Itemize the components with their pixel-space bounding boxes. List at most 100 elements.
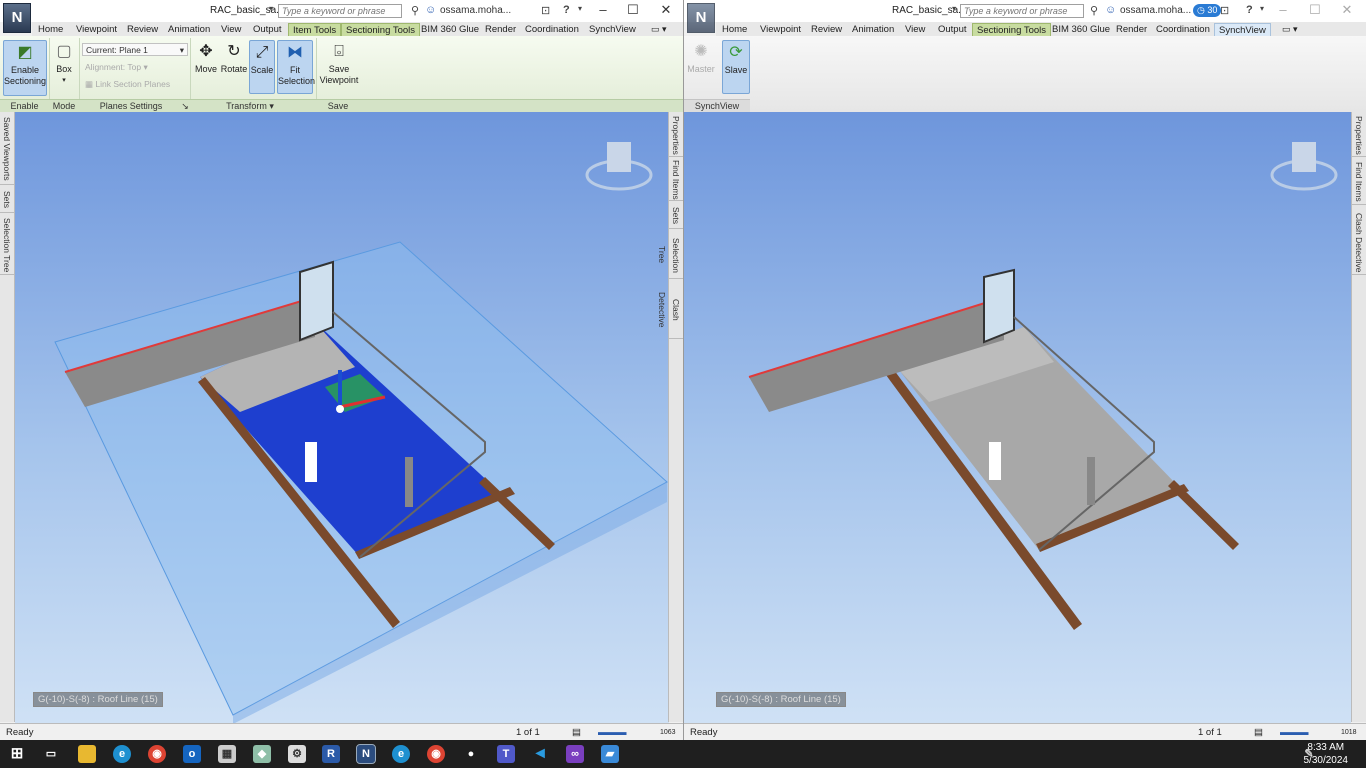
status-bar: Ready 1 of 1 ▤ ▬▬▬ 1063 (0, 723, 683, 740)
minimize-icon[interactable]: – (592, 2, 614, 17)
application-menu-button[interactable]: N (3, 3, 31, 33)
tab-synchview[interactable]: SynchView (585, 23, 640, 36)
group-enable: Enable (10, 101, 39, 111)
panel-tab-sets[interactable]: Sets (0, 188, 14, 213)
tab-viewpoint[interactable]: Viewpoint (756, 23, 805, 36)
tab-view[interactable]: View (217, 23, 245, 36)
outlook-icon[interactable]: o (183, 745, 201, 763)
3d-viewport[interactable]: G(-10)-S(-8) : Roof Line (15) (684, 112, 1351, 723)
save-viewpoint-button[interactable]: ⌻ Save Viewpoint (318, 40, 360, 92)
teams-icon[interactable]: T (497, 745, 515, 763)
slave-button[interactable]: ⟳ Slave (722, 40, 750, 94)
visual-studio-icon[interactable]: ∞ (566, 745, 584, 763)
tab-output[interactable]: Output (934, 23, 971, 36)
calculator-icon[interactable]: ▦ (218, 745, 236, 763)
chrome-icon-2[interactable]: ◉ (427, 745, 445, 763)
tab-animation[interactable]: Animation (164, 23, 214, 36)
master-button[interactable]: ✺ Master (687, 40, 715, 92)
close-icon[interactable]: ✕ (1336, 2, 1358, 18)
tab-viewpoint[interactable]: Viewpoint (72, 23, 121, 36)
minimize-icon[interactable]: – (1272, 2, 1294, 17)
enable-sectioning-button[interactable]: ◩ Enable Sectioning (3, 40, 47, 96)
navisworks-icon[interactable]: N (356, 744, 376, 764)
alignment-select[interactable]: Alignment: Top ▾ (82, 61, 154, 74)
tab-output[interactable]: Output (249, 23, 286, 36)
user-name[interactable]: ossama.moha... (1120, 5, 1191, 16)
github-icon[interactable]: ● (462, 745, 480, 763)
app-icon-3[interactable]: ▰ (601, 745, 619, 763)
tab-render[interactable]: Render (481, 23, 520, 36)
3d-viewport[interactable]: G(-10)-S(-8) : Roof Line (15) (15, 112, 669, 723)
tab-bim360-glue[interactable]: BIM 360 Glue (1048, 23, 1114, 36)
tab-review[interactable]: Review (123, 23, 162, 36)
binoculars-icon[interactable]: ⚲ (411, 4, 419, 17)
cart-icon[interactable]: ⊡ (541, 4, 550, 17)
ribbon-options-icon[interactable]: ▭ ▾ (647, 23, 671, 36)
tab-animation[interactable]: Animation (848, 23, 898, 36)
panel-tab-clash-detective[interactable]: Clash Detective (1352, 212, 1366, 275)
help-icon[interactable]: ? (563, 4, 570, 16)
rotate-button[interactable]: ↻ Rotate (220, 40, 248, 84)
binoculars-icon[interactable]: ⚲ (1090, 4, 1098, 17)
tab-home[interactable]: Home (34, 23, 67, 36)
panel-tab-find-items[interactable]: Find Items (1352, 160, 1366, 205)
chrome-icon[interactable]: ◉ (148, 745, 166, 763)
current-plane-select[interactable]: Current: Plane 1 ▾ (82, 43, 188, 56)
move-button[interactable]: ✥ Move (193, 40, 219, 84)
maximize-icon[interactable]: ☐ (1304, 2, 1326, 18)
panel-tab-selection-tree-right[interactable]: Selection Tree (657, 232, 683, 279)
tab-synchview[interactable]: SynchView (1214, 23, 1271, 37)
panel-tab-properties[interactable]: Properties (1352, 114, 1366, 157)
maximize-icon[interactable]: ☐ (622, 2, 644, 18)
help-dropdown-icon[interactable]: ▾ (1260, 4, 1264, 13)
task-view-icon[interactable]: ▭ (42, 745, 60, 763)
panel-tab-find-items[interactable]: Find Items (669, 160, 683, 201)
file-explorer-icon[interactable] (78, 745, 96, 763)
panel-tab-selection-tree[interactable]: Selection Tree (0, 216, 14, 275)
sheet-browser-icon[interactable]: ▤ (1254, 727, 1263, 738)
help-dropdown-icon[interactable]: ▾ (578, 4, 582, 13)
fit-selection-button[interactable]: ⧓ Fit Selection (277, 40, 315, 94)
user-name[interactable]: ossama.moha... (440, 5, 511, 16)
planes-settings-launcher-icon[interactable]: ↘ (180, 100, 190, 112)
panel-tab-properties[interactable]: Properties (669, 114, 683, 157)
scale-button[interactable]: ⤢ Scale (249, 40, 275, 94)
ribbon-tabs: Home Viewpoint Review Animation View Out… (32, 22, 683, 38)
tab-coordination[interactable]: Coordination (521, 23, 583, 36)
group-mode: Mode (52, 101, 76, 111)
link-section-planes-button[interactable]: ▦ Link Section Planes (82, 78, 186, 91)
tab-view[interactable]: View (901, 23, 929, 36)
box-mode-button[interactable]: ▢ Box ▾ (52, 40, 76, 94)
title-dropdown-icon[interactable]: ▾ (269, 4, 273, 13)
search-input[interactable] (960, 4, 1084, 18)
title-dropdown-icon[interactable]: ▾ (952, 4, 956, 13)
notification-badge[interactable]: ◷ 30 (1193, 4, 1222, 17)
revit-icon[interactable]: R (322, 745, 340, 763)
ribbon-options-icon[interactable]: ▭ ▾ (1278, 23, 1302, 36)
panel-tab-clash-detective[interactable]: Clash Detective (657, 282, 683, 339)
start-icon[interactable]: ⊞ (8, 745, 26, 763)
application-menu-button[interactable]: N (687, 3, 715, 33)
page-indicator: 1 of 1 (516, 727, 540, 738)
close-icon[interactable]: ✕ (655, 2, 677, 18)
group-transform[interactable]: Transform ▾ (190, 100, 310, 112)
help-icon[interactable]: ? (1246, 4, 1253, 16)
cart-icon[interactable]: ⊡ (1220, 4, 1229, 17)
vscode-icon[interactable]: ◄ (531, 745, 549, 763)
title-bar: RAC_basic_sa... ▾ ⚲ ☺ ossama.moha... ◷ 3… (684, 0, 1366, 22)
clock[interactable]: 8:33 AM 5/30/2024 (1304, 741, 1349, 767)
tab-render[interactable]: Render (1112, 23, 1151, 36)
panel-tab-sets-right[interactable]: Sets (669, 204, 683, 229)
group-planes-settings[interactable]: Planes Settings (79, 100, 183, 112)
edge-icon[interactable]: e (113, 745, 131, 763)
search-input[interactable] (278, 4, 402, 18)
panel-tab-saved-viewports[interactable]: Saved Viewports (0, 114, 14, 185)
tab-review[interactable]: Review (807, 23, 846, 36)
tab-home[interactable]: Home (718, 23, 751, 36)
sheet-browser-icon[interactable]: ▤ (572, 727, 581, 738)
app-icon[interactable]: ◆ (253, 745, 271, 763)
tab-coordination[interactable]: Coordination (1152, 23, 1214, 36)
app-icon-2[interactable]: ⚙ (288, 745, 306, 763)
edge-icon-2[interactable]: e (392, 745, 410, 763)
tab-bim360-glue[interactable]: BIM 360 Glue (417, 23, 483, 36)
